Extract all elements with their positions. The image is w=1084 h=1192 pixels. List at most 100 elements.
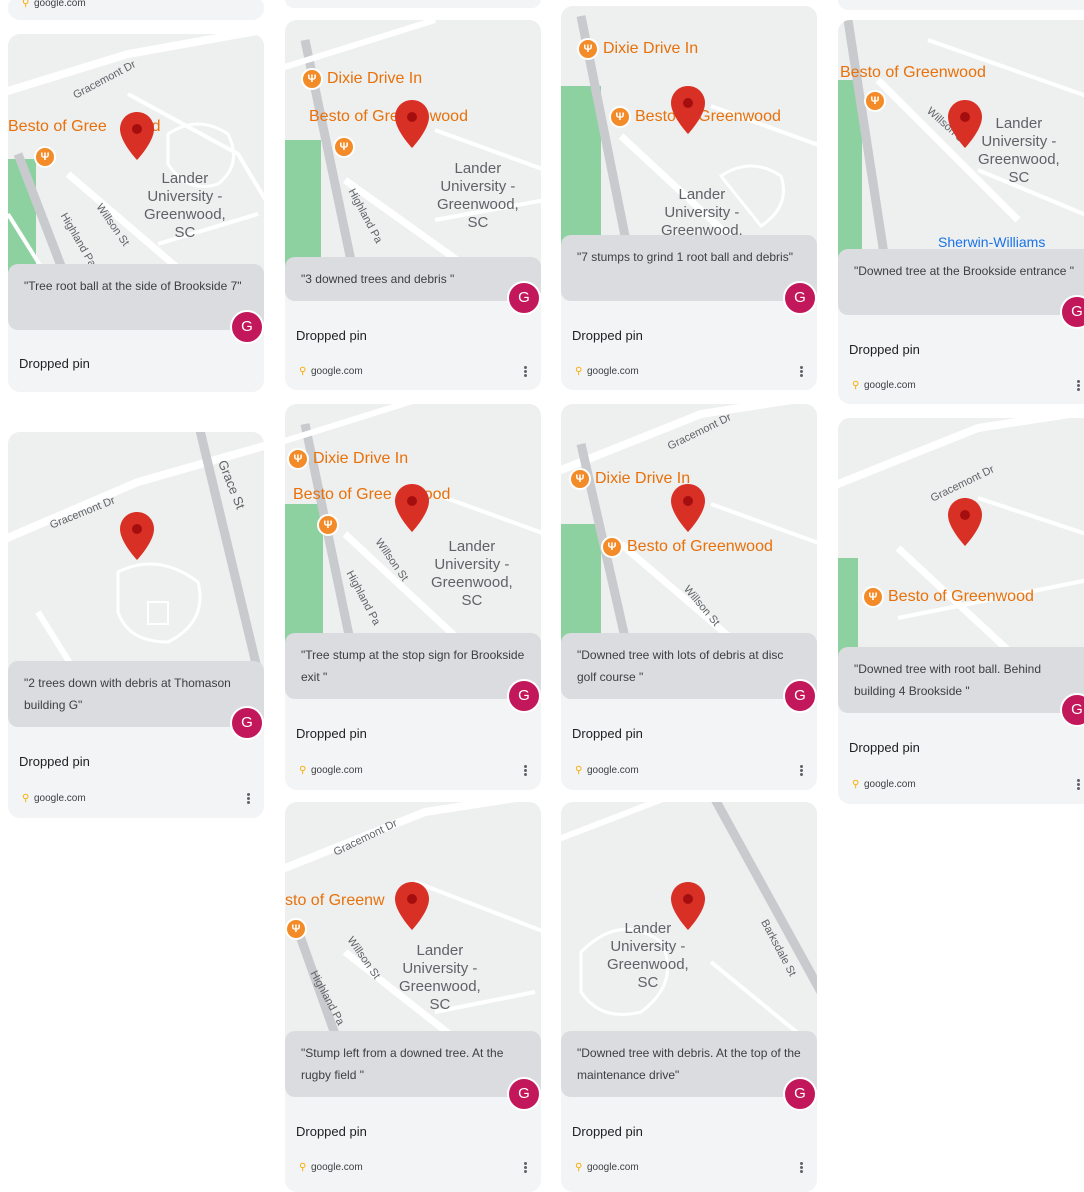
card-title[interactable]: Dropped pin (572, 1124, 643, 1139)
caption-text: "Downed tree with lots of debris at disc… (577, 648, 784, 684)
source-row[interactable]: ⚲ google.com (852, 779, 916, 790)
place-lander-university[interactable]: Lander University - Greenwood, (661, 186, 743, 240)
map-pin-icon[interactable] (671, 86, 705, 134)
avatar-badge[interactable]: G (507, 281, 541, 315)
map-card[interactable]: Gracemont Dr Willson St Highland Pa sto … (285, 802, 541, 1192)
more-options-icon[interactable] (524, 366, 527, 377)
map-card[interactable]: Barksdale St Lander University - Greenwo… (561, 802, 817, 1192)
caption-text: "3 downed trees and debris " (301, 272, 455, 286)
place-lander-university[interactable]: Lander University - Greenwood, SC (437, 160, 519, 232)
partial-card-top-col1[interactable]: ⚲ google.com (8, 0, 264, 20)
map-card[interactable]: Gracemont Dr Willson St Ψ Dixie Drive In… (561, 404, 817, 790)
place-line: Lander (161, 170, 209, 187)
card-title[interactable]: Dropped pin (849, 342, 920, 357)
source-row[interactable]: ⚲ google.com (299, 1162, 363, 1173)
card-title[interactable]: Dropped pin (296, 328, 367, 343)
source-row[interactable]: ⚲ google.com (852, 380, 916, 391)
avatar-badge[interactable]: G (230, 706, 264, 740)
map-preview[interactable]: Gracemont Dr Ψ Besto of Greenwood (838, 418, 1084, 678)
map-pin-icon[interactable] (948, 498, 982, 546)
map-pin-icon[interactable] (671, 484, 705, 532)
avatar-badge[interactable]: G (507, 1077, 541, 1111)
avatar-badge[interactable]: G (783, 1077, 817, 1111)
restaurant-icon[interactable]: Ψ (864, 90, 886, 112)
restaurant-icon[interactable]: Ψ (285, 918, 307, 940)
poi-label: Dixie Drive In (603, 40, 699, 57)
source-row[interactable]: ⚲ google.com (299, 765, 363, 776)
restaurant-icon[interactable]: Ψ (333, 136, 355, 158)
map-pin-icon[interactable] (395, 484, 429, 532)
map-card[interactable]: Gracemont Dr Willson St Highland Pa Best… (8, 34, 264, 392)
source-row[interactable]: ⚲ google.com (575, 366, 639, 377)
map-card[interactable]: Ψ Dixie Drive In Ψ Besto of Greenwood La… (561, 6, 817, 390)
card-title[interactable]: Dropped pin (19, 356, 90, 371)
source-row[interactable]: ⚲ google.com (575, 765, 639, 776)
more-options-icon[interactable] (524, 765, 527, 776)
restaurant-icon[interactable]: Ψ (317, 514, 339, 536)
poi-dixie[interactable]: Ψ Dixie Drive In (577, 38, 698, 60)
map-pin-icon[interactable] (120, 512, 154, 560)
map-preview[interactable]: Barksdale St Lander University - Greenwo… (561, 802, 817, 1062)
place-sherwin-williams[interactable]: Sherwin-Williams (938, 234, 1045, 250)
poi-besto[interactable]: Ψ Besto of Greenwood (601, 536, 773, 558)
card-title[interactable]: Dropped pin (572, 726, 643, 741)
more-options-icon[interactable] (247, 793, 250, 804)
card-title[interactable]: Dropped pin (296, 726, 367, 741)
poi-besto[interactable]: Besto of Gree wood (309, 108, 468, 126)
more-options-icon[interactable] (524, 1162, 527, 1173)
poi-besto[interactable]: Besto of Greenwood (840, 64, 986, 82)
restaurant-icon[interactable]: Ψ (34, 146, 56, 168)
poi-dixie[interactable]: Ψ Dixie Drive In (287, 448, 408, 470)
avatar-badge[interactable]: G (230, 310, 264, 344)
avatar-badge[interactable]: G (783, 281, 817, 315)
map-preview[interactable]: Gracemont Dr Willson St Highland Pa sto … (285, 802, 541, 1062)
card-title[interactable]: Dropped pin (572, 328, 643, 343)
avatar-badge[interactable]: G (783, 679, 817, 713)
place-lander-university[interactable]: Lander University - Greenwood, SC (431, 538, 513, 610)
map-preview[interactable]: Willson St Highland Pa Ψ Dixie Drive In … (285, 404, 541, 664)
source-row[interactable]: ⚲ google.com (299, 366, 363, 377)
map-preview[interactable]: Highland Pa Ψ Dixie Drive In Besto of Gr… (285, 20, 541, 280)
place-line: Lander (416, 942, 464, 959)
partial-card-top-col4[interactable] (838, 0, 1084, 10)
map-pin-icon[interactable] (120, 112, 154, 160)
place-lander-university[interactable]: Lander University - Greenwood, SC (399, 942, 481, 1014)
map-preview[interactable]: Ψ Dixie Drive In Ψ Besto of Greenwood La… (561, 6, 817, 266)
restaurant-icon: Ψ (601, 536, 623, 558)
map-card[interactable]: Highland Pa Ψ Dixie Drive In Besto of Gr… (285, 20, 541, 390)
map-card[interactable]: Willson St Besto of Greenwood Ψ Lander U… (838, 20, 1084, 404)
more-options-icon[interactable] (800, 765, 803, 776)
map-preview[interactable]: Gracemont Dr Willson St Highland Pa Best… (8, 34, 264, 294)
map-card[interactable]: Gracemont Dr Grace St "2 trees down with… (8, 432, 264, 818)
poi-dixie[interactable]: Ψ Dixie Drive In (301, 68, 422, 90)
poi-besto[interactable]: Ψ Besto of Greenwood (862, 586, 1034, 608)
place-lander-university[interactable]: Lander University - Greenwood, SC (978, 115, 1060, 187)
map-preview[interactable]: Willson St Besto of Greenwood Ψ Lander U… (838, 20, 1084, 280)
avatar-badge[interactable]: G (1060, 295, 1084, 329)
avatar-badge[interactable]: G (507, 679, 541, 713)
map-card[interactable]: Gracemont Dr Ψ Besto of Greenwood "Downe… (838, 418, 1084, 804)
more-options-icon[interactable] (1077, 380, 1080, 391)
map-preview[interactable]: Gracemont Dr Willson St Ψ Dixie Drive In… (561, 404, 817, 664)
map-pin-icon[interactable] (948, 100, 982, 148)
more-options-icon[interactable] (1077, 779, 1080, 790)
card-title[interactable]: Dropped pin (19, 754, 90, 769)
poi-besto[interactable]: sto of Greenw (285, 892, 385, 910)
source-text: google.com (587, 1162, 639, 1173)
more-options-icon[interactable] (800, 1162, 803, 1173)
map-pin-icon[interactable] (395, 882, 429, 930)
place-lander-university[interactable]: Lander University - Greenwood, SC (144, 170, 226, 242)
map-pin-icon[interactable] (671, 882, 705, 930)
avatar-badge[interactable]: G (1060, 693, 1084, 727)
source-row[interactable]: ⚲ google.com (575, 1162, 639, 1173)
place-lander-university[interactable]: Lander University - Greenwood, SC (607, 920, 689, 992)
place-line: Lander (995, 115, 1043, 132)
partial-card-top-col2[interactable] (285, 0, 541, 8)
card-title[interactable]: Dropped pin (296, 1124, 367, 1139)
more-options-icon[interactable] (800, 366, 803, 377)
map-card[interactable]: Willson St Highland Pa Ψ Dixie Drive In … (285, 404, 541, 790)
map-pin-icon[interactable] (395, 100, 429, 148)
source-row[interactable]: ⚲ google.com (22, 793, 86, 804)
card-title[interactable]: Dropped pin (849, 740, 920, 755)
map-preview[interactable]: Gracemont Dr Grace St (8, 432, 264, 692)
